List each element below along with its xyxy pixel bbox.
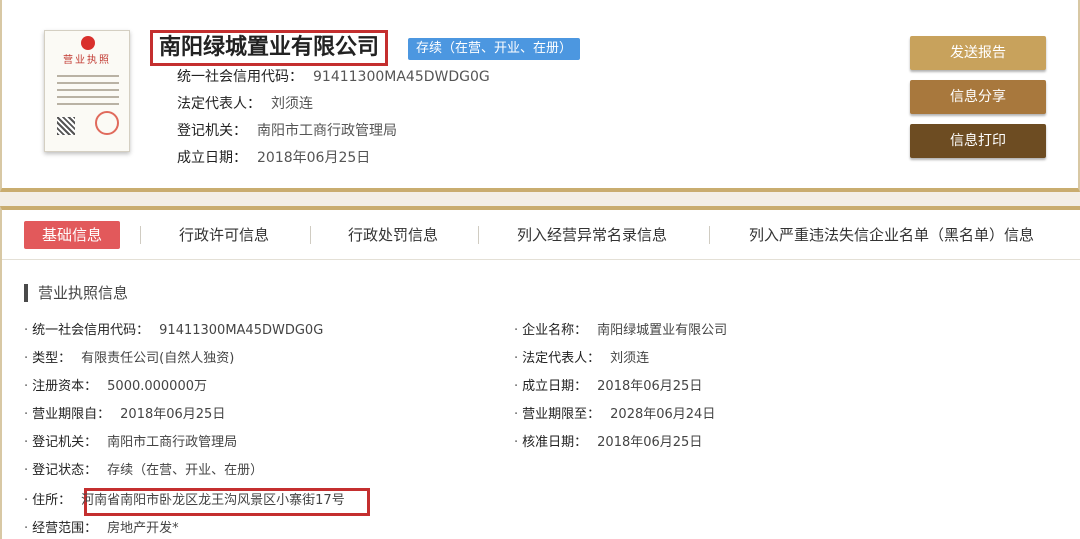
print-info-button[interactable]: 信息打印: [910, 124, 1046, 158]
details-panel: 基础信息 行政许可信息 行政处罚信息 列入经营异常名录信息 列入严重违法失信企业…: [0, 206, 1080, 539]
field-value: 2018年06月25日: [120, 407, 226, 422]
national-emblem-icon: [81, 36, 95, 50]
field-value: 房地产开发*: [107, 521, 179, 536]
field-label: 营业期限自：: [32, 407, 111, 422]
field-credit-code: · 统一社会信用代码： 91411300MA45DWDG0G: [24, 323, 324, 338]
field-value: 河南省南阳市卧龙区龙王沟风景区小寨街17号: [81, 493, 345, 508]
field-term-from: · 营业期限自： 2018年06月25日: [24, 407, 226, 422]
header-row-established: 成立日期： 2018年06月25日: [177, 149, 490, 176]
field-label: 经营范围：: [32, 521, 98, 536]
field-value: 刘须连: [610, 351, 650, 366]
tab-divider: [478, 226, 479, 244]
field-value: 南阳市工商行政管理局: [107, 435, 238, 450]
field-label: 类型：: [32, 351, 72, 366]
field-label: 登记机关：: [32, 435, 98, 450]
field-label: 登记状态：: [32, 463, 98, 478]
field-business-scope: · 经营范围： 房地产开发*: [24, 521, 179, 536]
field-label: 核准日期：: [522, 435, 588, 450]
qr-code-icon: [57, 117, 75, 135]
field-value: 有限责任公司(自然人独资): [81, 351, 235, 366]
field-type: · 类型： 有限责任公司(自然人独资): [24, 351, 235, 366]
field-label: 营业期限至：: [522, 407, 601, 422]
tab-abnormal-operation[interactable]: 列入经营异常名录信息: [517, 221, 667, 249]
field-address: · 住所： 河南省南阳市卧龙区龙王沟风景区小寨街17号: [24, 493, 345, 508]
header-row-label: 法定代表人：: [177, 96, 261, 112]
header-row-value: 2018年06月25日: [257, 150, 371, 166]
field-label: 成立日期：: [522, 379, 588, 394]
field-legal-representative: · 法定代表人： 刘须连: [514, 351, 650, 366]
field-registration-status: · 登记状态： 存续（在营、开业、在册）: [24, 463, 264, 478]
header-row-label: 统一社会信用代码：: [177, 69, 303, 85]
header-row-authority: 登记机关： 南阳市工商行政管理局: [177, 122, 490, 149]
header-row-value: 刘须连: [271, 96, 313, 112]
section-title: 营业执照信息: [24, 284, 128, 302]
field-label: 注册资本：: [32, 379, 98, 394]
company-name-title: 南阳绿城置业有限公司: [150, 30, 389, 66]
tab-admin-penalty[interactable]: 行政处罚信息: [348, 221, 438, 249]
tab-basic-info[interactable]: 基础信息: [24, 221, 120, 249]
field-value: 2028年06月24日: [610, 407, 716, 422]
field-approval-date: · 核准日期： 2018年06月25日: [514, 435, 703, 450]
field-value: 南阳绿城置业有限公司: [597, 323, 728, 338]
field-established-date: · 成立日期： 2018年06月25日: [514, 379, 703, 394]
field-registration-authority: · 登记机关： 南阳市工商行政管理局: [24, 435, 238, 450]
header-info-rows: 统一社会信用代码： 91411300MA45DWDG0G 法定代表人： 刘须连 登记…: [177, 68, 490, 176]
tab-divider: [310, 226, 311, 244]
header-row-label: 登记机关：: [177, 123, 247, 139]
tab-divider: [709, 226, 710, 244]
status-badge: 存续（在营、开业、在册）: [408, 38, 581, 60]
field-value: 5000.000000万: [107, 379, 207, 394]
tab-admin-license[interactable]: 行政许可信息: [179, 221, 269, 249]
field-label: 法定代表人：: [522, 351, 601, 366]
field-value: 存续（在营、开业、在册）: [107, 463, 264, 478]
field-value: 2018年06月25日: [597, 435, 703, 450]
field-label: 统一社会信用代码：: [32, 323, 150, 338]
field-term-to: · 营业期限至： 2028年06月24日: [514, 407, 716, 422]
field-label: 企业名称：: [522, 323, 588, 338]
header-row-credit-code: 统一社会信用代码： 91411300MA45DWDG0G: [177, 68, 490, 95]
license-text-lines: [57, 75, 119, 110]
business-license-thumbnail[interactable]: 营业执照: [44, 30, 130, 152]
share-info-button[interactable]: 信息分享: [910, 80, 1046, 114]
header-row-value: 91411300MA45DWDG0G: [313, 69, 490, 85]
license-thumbnail-title: 营业执照: [63, 55, 111, 66]
field-value: 2018年06月25日: [597, 379, 703, 394]
tab-bar: 基础信息 行政许可信息 行政处罚信息 列入经营异常名录信息 列入严重违法失信企业…: [2, 210, 1080, 260]
company-header-card: 营业执照 南阳绿城置业有限公司 存续（在营、开业、在册） 统一社会信用代码： 91…: [0, 0, 1080, 192]
header-row-value: 南阳市工商行政管理局: [257, 123, 397, 139]
official-seal-icon: [95, 111, 119, 135]
field-value: 91411300MA45DWDG0G: [159, 323, 324, 338]
header-row-label: 成立日期：: [177, 150, 247, 166]
field-registered-capital: · 注册资本： 5000.000000万: [24, 379, 207, 394]
send-report-button[interactable]: 发送报告: [910, 36, 1046, 70]
header-row-legal-rep: 法定代表人： 刘须连: [177, 95, 490, 122]
field-company-name: · 企业名称： 南阳绿城置业有限公司: [514, 323, 728, 338]
tab-divider: [140, 226, 141, 244]
field-label: 住所：: [32, 493, 72, 508]
tab-blacklist[interactable]: 列入严重违法失信企业名单（黑名单）信息: [749, 221, 1034, 249]
